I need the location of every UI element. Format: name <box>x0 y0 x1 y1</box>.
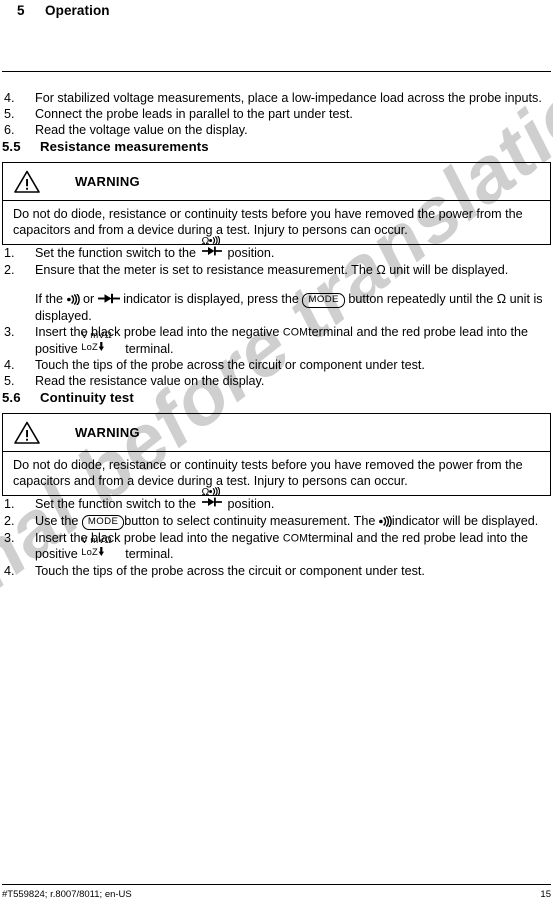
list-item: 1. Set the function switch to the Ω posit… <box>2 235 551 261</box>
step-text-a: Insert the black probe lead into the neg… <box>35 530 280 545</box>
list-marker: 4. <box>4 358 15 373</box>
list-item: 3. Insert the black probe lead into the n… <box>2 324 551 357</box>
list-item: 5. Read the resistance value on the disp… <box>2 373 551 389</box>
step-note: If the or indicator is displayed, press … <box>35 291 551 324</box>
mode-button[interactable]: MODE <box>302 292 345 308</box>
step-text-after: position. <box>227 497 275 512</box>
running-head-title: Operation <box>45 3 110 18</box>
step-text-a: Insert the black probe lead into the neg… <box>35 325 280 340</box>
mode-button[interactable]: MODE <box>81 514 125 530</box>
step-text-after: position. <box>227 246 275 261</box>
section-title: Continuity test <box>40 389 134 405</box>
list-item: 2. Ensure that the meter is set to resis… <box>2 262 551 324</box>
warning-label: WARNING <box>75 424 140 440</box>
note-text-c: indicator is displayed, press the <box>123 291 299 306</box>
section-number: 5.6 <box>2 389 21 405</box>
list-marker: 5. <box>4 107 15 122</box>
list-item: 4. Touch the tips of the probe across th… <box>2 357 551 373</box>
page-footer: #T559824; r.8007/8011; en-US 15 <box>2 889 551 900</box>
warning-header: WARNING <box>3 163 550 201</box>
running-head: 5 Operation <box>17 3 110 18</box>
list-item: 1. Set the function switch to the Ω posit… <box>2 486 551 512</box>
terminal-bottom-label: LoZ <box>81 547 105 558</box>
list-text: Touch the tips of the probe across the c… <box>35 563 425 578</box>
warning-label: WARNING <box>75 173 140 189</box>
com-terminal-label: COM <box>282 326 309 339</box>
ohm-continuity-diode-symbol: Ω <box>200 235 228 260</box>
list-marker: 4. <box>4 91 15 105</box>
voltage-terminal-symbol: V mVΩ LoZ <box>81 330 125 355</box>
warning-triangle-icon <box>13 420 41 445</box>
terminal-top-label: V mVΩ <box>81 535 112 547</box>
sound-icon <box>378 514 392 528</box>
footer-rule <box>2 884 551 885</box>
running-head-number: 5 <box>17 3 25 18</box>
list-marker: 2. <box>4 262 15 277</box>
list-text: Connect the probe leads in parallel to t… <box>35 107 353 122</box>
sound-icon <box>66 292 80 306</box>
list-text: Read the resistance value on the display… <box>35 374 265 389</box>
list-item: 5. Connect the probe leads in parallel t… <box>2 106 551 122</box>
note-text-a: If the <box>35 291 64 306</box>
step-text-c: terminal. <box>125 547 174 562</box>
list-marker: 4. <box>4 563 15 578</box>
warning-box-5-5: WARNING Do not do diode, resistance or c… <box>2 161 551 246</box>
voltage-terminal-symbol: V mVΩ LoZ <box>81 536 125 560</box>
list-marker: 1. <box>4 497 15 512</box>
step-text-c: indicator will be displayed. <box>391 513 539 528</box>
warning-header: WARNING <box>3 414 550 452</box>
diode-bottom <box>201 246 222 257</box>
com-terminal-label: COM <box>282 532 309 545</box>
step-text-c: terminal. <box>125 341 174 356</box>
step-text-a: Use the <box>35 513 79 528</box>
list-item: 3. Insert the black probe lead into the n… <box>2 530 551 563</box>
warning-box-5-6: WARNING Do not do diode, resistance or c… <box>2 412 551 497</box>
step-list-5-6: 1. Set the function switch to the Ω posit… <box>2 486 551 579</box>
list-marker: 3. <box>4 325 15 340</box>
list-item: 4. For stabilized voltage measurements, … <box>2 90 551 106</box>
ohm-continuity-diode-symbol: Ω <box>200 486 228 511</box>
ohm-sound-top: Ω <box>202 486 221 498</box>
step-text-before: Set the function switch to the <box>35 497 197 512</box>
list-text: Ensure that the meter is set to resistan… <box>35 262 509 277</box>
warning-text: Do not do diode, resistance or continuit… <box>13 206 523 238</box>
ohm-sound-top: Ω <box>202 235 221 247</box>
list-marker: 5. <box>4 374 15 389</box>
list-text: Touch the tips of the probe across the c… <box>35 358 425 373</box>
list-marker: 1. <box>4 246 15 261</box>
step-text-before: Set the function switch to the <box>35 246 197 261</box>
continued-step-list: 4. For stabilized voltage measurements, … <box>2 90 551 139</box>
note-text-b: or <box>83 291 95 306</box>
page-number: 15 <box>540 889 551 900</box>
diode-icon <box>97 292 120 306</box>
list-text: For stabilized voltage measurements, pla… <box>35 91 542 105</box>
document-id: #T559824; r.8007/8011; en-US <box>2 889 132 900</box>
terminal-top-label: V mVΩ <box>81 329 112 341</box>
step-list-5-5: 1. Set the function switch to the Ω posit… <box>2 235 551 389</box>
body-area: 4. For stabilized voltage measurements, … <box>2 90 551 579</box>
diode-bottom <box>201 497 222 508</box>
document-page: inal before translatio 5 Operation 4. For… <box>0 0 553 910</box>
section-title: Resistance measurements <box>40 138 209 154</box>
list-item: 4. Touch the tips of the probe across th… <box>2 563 551 579</box>
list-text: Read the voltage value on the display. <box>35 123 248 138</box>
terminal-bottom-label: LoZ <box>81 341 105 353</box>
section-number: 5.5 <box>2 138 21 154</box>
list-marker: 6. <box>4 123 15 138</box>
warning-text: Do not do diode, resistance or continuit… <box>13 457 523 488</box>
list-marker: 3. <box>4 530 15 545</box>
list-item: 2. Use the MODE button to select continuit… <box>2 513 551 530</box>
section-heading-5-6: 5.6 Continuity test <box>2 390 551 405</box>
list-item: 6. Read the voltage value on the display… <box>2 122 551 138</box>
step-text-b: button to select continuity measurement.… <box>124 513 376 528</box>
list-marker: 2. <box>4 513 15 528</box>
section-heading-5-5: 5.5 Resistance measurements <box>2 139 551 154</box>
header-rule <box>2 71 551 72</box>
warning-triangle-icon <box>13 169 41 194</box>
